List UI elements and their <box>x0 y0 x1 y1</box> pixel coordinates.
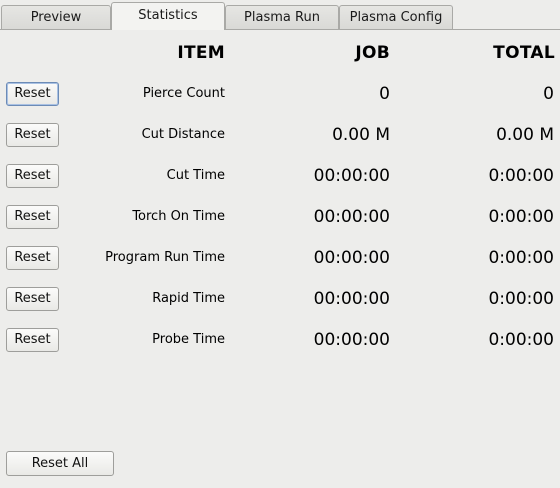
reset-pierce-count-button[interactable]: Reset <box>6 82 59 106</box>
job-value-probe-time: 00:00:00 <box>313 330 390 350</box>
job-value-program-run-time: 00:00:00 <box>313 248 390 268</box>
row-label-pierce-count: Pierce Count <box>142 86 225 101</box>
job-value-rapid-time: 00:00:00 <box>313 289 390 309</box>
total-value-torch-on-time: 0:00:00 <box>488 207 554 227</box>
reset-program-run-time-button[interactable]: Reset <box>6 246 59 270</box>
row-label-cut-distance: Cut Distance <box>141 127 225 142</box>
statistics-panel: ITEM JOB TOTAL Reset Pierce Count 0 0 Re… <box>0 30 560 488</box>
total-value-pierce-count: 0 <box>543 84 554 104</box>
row-label-torch-on-time: Torch On Time <box>132 209 225 224</box>
total-value-cut-distance: 0.00 M <box>496 125 554 145</box>
row-label-rapid-time: Rapid Time <box>152 291 225 306</box>
row-label-probe-time: Probe Time <box>152 332 225 347</box>
total-value-probe-time: 0:00:00 <box>488 330 554 350</box>
reset-all-button[interactable]: Reset All <box>6 451 114 476</box>
header-job: JOB <box>355 43 390 63</box>
tab-bar: Preview Statistics Plasma Run Plasma Con… <box>0 0 560 30</box>
header-item: ITEM <box>177 43 225 63</box>
tab-plasma-run[interactable]: Plasma Run <box>225 5 339 29</box>
total-value-rapid-time: 0:00:00 <box>488 289 554 309</box>
reset-cut-distance-button[interactable]: Reset <box>6 123 59 147</box>
reset-torch-on-time-button[interactable]: Reset <box>6 205 59 229</box>
header-total: TOTAL <box>493 43 555 63</box>
job-value-cut-time: 00:00:00 <box>313 166 390 186</box>
row-label-program-run-time: Program Run Time <box>105 250 225 265</box>
total-value-cut-time: 0:00:00 <box>488 166 554 186</box>
reset-cut-time-button[interactable]: Reset <box>6 164 59 188</box>
total-value-program-run-time: 0:00:00 <box>488 248 554 268</box>
reset-rapid-time-button[interactable]: Reset <box>6 287 59 311</box>
job-value-pierce-count: 0 <box>379 84 390 104</box>
tab-statistics[interactable]: Statistics <box>111 2 225 30</box>
tab-plasma-config[interactable]: Plasma Config <box>339 5 453 29</box>
job-value-torch-on-time: 00:00:00 <box>313 207 390 227</box>
job-value-cut-distance: 0.00 M <box>332 125 390 145</box>
reset-probe-time-button[interactable]: Reset <box>6 328 59 352</box>
tab-preview[interactable]: Preview <box>1 5 111 29</box>
row-label-cut-time: Cut Time <box>166 168 225 183</box>
